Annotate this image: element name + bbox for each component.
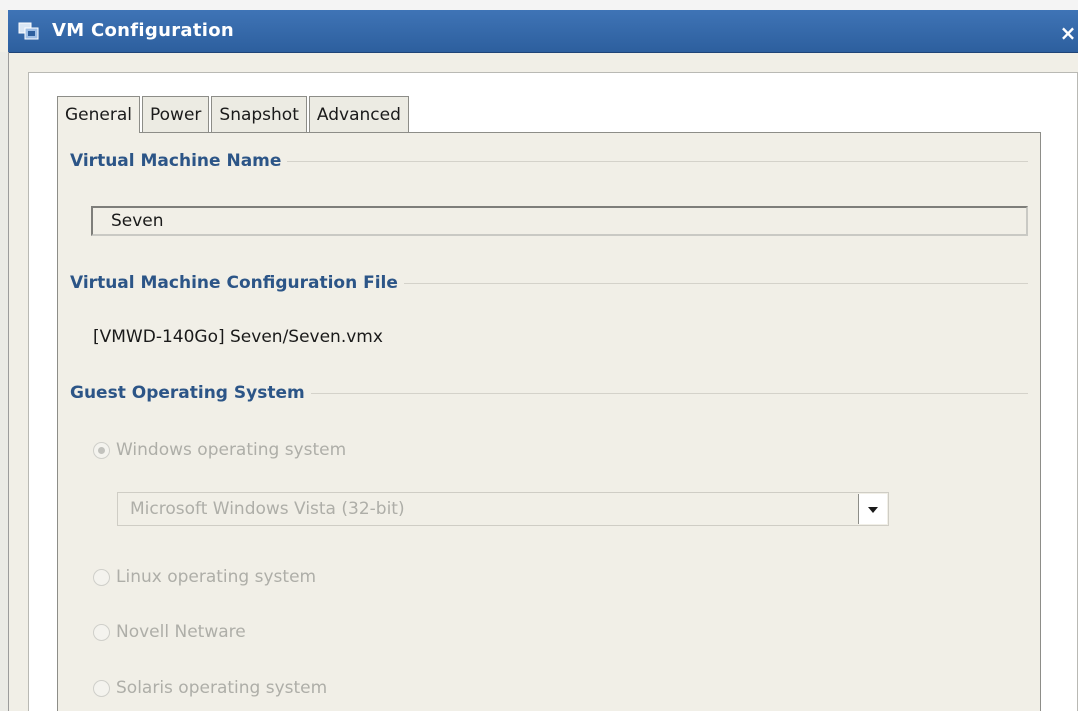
radio-novell[interactable]: Novell Netware xyxy=(93,622,246,642)
radio-label-novell: Novell Netware xyxy=(116,622,246,642)
section-divider xyxy=(310,392,1028,394)
vm-name-section-title: Virtual Machine Name xyxy=(70,151,282,171)
radio-linux[interactable]: Linux operating system xyxy=(93,567,316,587)
radio-label-solaris: Solaris operating system xyxy=(116,678,328,698)
config-file-path: [VMWD-140Go] Seven/Seven.vmx xyxy=(93,327,383,347)
tab-snapshot[interactable]: Snapshot xyxy=(211,96,307,132)
tab-bar: General Power Snapshot Advanced xyxy=(57,96,411,133)
config-file-section-title: Virtual Machine Configuration File xyxy=(70,273,398,293)
vm-name-section-header: Virtual Machine Name xyxy=(70,151,1028,171)
config-file-section-header: Virtual Machine Configuration File xyxy=(70,273,1028,293)
radio-label-windows: Windows operating system xyxy=(116,440,347,460)
radio-solaris[interactable]: Solaris operating system xyxy=(93,678,327,698)
tab-power[interactable]: Power xyxy=(142,96,210,132)
windows-version-select[interactable]: Microsoft Windows Vista (32-bit) xyxy=(117,492,889,526)
vm-icon xyxy=(18,21,40,41)
close-icon[interactable]: × xyxy=(1058,22,1078,44)
radio-label-linux: Linux operating system xyxy=(116,567,317,587)
radio-windows[interactable]: Windows operating system xyxy=(93,440,346,460)
background-strip xyxy=(0,0,1078,10)
radio-button-novell[interactable] xyxy=(93,623,110,641)
radio-button-linux[interactable] xyxy=(93,568,110,586)
radio-button-windows[interactable] xyxy=(93,441,110,459)
section-divider xyxy=(403,282,1028,284)
title-bar[interactable]: VM Configuration × xyxy=(8,10,1078,53)
guest-os-section-header: Guest Operating System xyxy=(70,383,1028,403)
tab-advanced[interactable]: Advanced xyxy=(308,96,409,132)
window-title: VM Configuration xyxy=(52,20,234,41)
guest-os-section-title: Guest Operating System xyxy=(70,383,305,403)
tab-general[interactable]: General xyxy=(57,96,140,133)
general-panel: Virtual Machine Name Virtual Machine Con… xyxy=(57,132,1041,711)
chevron-down-icon[interactable] xyxy=(858,494,887,524)
vm-name-input[interactable] xyxy=(91,206,1028,236)
windows-version-value: Microsoft Windows Vista (32-bit) xyxy=(130,499,405,519)
section-divider xyxy=(287,160,1028,162)
left-edge xyxy=(0,52,9,711)
vm-configuration-window: VM Configuration × General Power Snapsho… xyxy=(0,0,1078,711)
radio-button-solaris[interactable] xyxy=(93,679,110,697)
